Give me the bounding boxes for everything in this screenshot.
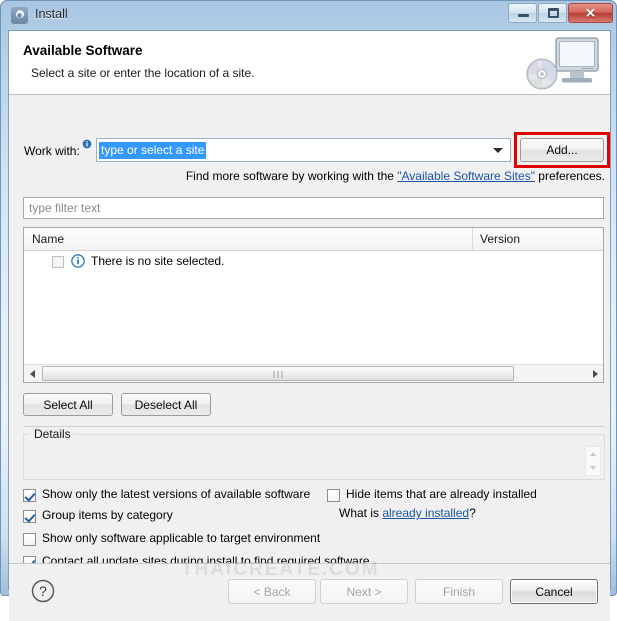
checkbox-icon[interactable] [23,489,36,502]
gear-icon [11,7,28,24]
finish-button[interactable]: Finish [415,579,503,604]
dialog-footer: ? < Back Next > Finish Cancel [9,564,610,621]
option-label: Show only the latest versions of availab… [42,487,311,501]
details-scrollbar [585,446,601,476]
software-table[interactable]: Name Version There is no site selected. [23,227,604,383]
add-button-highlight-annotation [514,132,610,168]
page-title: Available Software [23,43,143,58]
page-subtitle: Select a site or enter the location of a… [31,66,255,80]
table-row[interactable]: There is no site selected. [24,251,603,273]
minimize-button[interactable] [508,3,537,23]
monitor-with-cd-icon [520,34,602,92]
window-title: Install [35,7,68,21]
available-software-sites-link[interactable]: "Available Software Sites" [397,169,535,183]
option-label: Group items by category [42,508,173,522]
divider [23,426,605,427]
maximize-button[interactable] [538,3,567,23]
scroll-right-icon[interactable] [586,365,603,382]
what-is-suffix: ? [469,506,476,520]
cancel-button[interactable]: Cancel [510,579,598,604]
filter-input[interactable]: type filter text [23,197,604,219]
minimize-icon [518,14,529,17]
deselect-all-button[interactable]: Deselect All [121,393,211,416]
install-dialog-window: Install ✕ Available Software Select a si… [0,0,617,621]
dialog-body: Work with: type or select a site Add... [9,95,610,569]
row-checkbox [52,256,64,268]
option-label: Show only software applicable to target … [42,531,321,545]
scrollbar-grip-icon [273,371,283,378]
window-controls: ✕ [507,3,613,24]
column-divider [472,228,473,250]
scroll-up-icon [590,452,596,456]
what-is-prefix: What is [339,506,383,520]
details-panel [23,434,605,480]
work-with-label: Work with: [24,144,80,158]
work-with-combo[interactable]: type or select a site [96,138,511,162]
back-button[interactable]: < Back [228,579,316,604]
work-with-row: Work with: type or select a site Add... [9,132,610,168]
work-with-input[interactable]: type or select a site [99,142,207,159]
info-icon [82,138,92,149]
find-more-prefix: Find more software by working with the [185,169,398,183]
svg-text:?: ? [39,583,47,599]
find-more-text: Find more software by working with the "… [9,169,605,183]
close-button[interactable]: ✕ [568,3,613,23]
table-horizontal-scrollbar[interactable] [24,364,603,382]
row-name: There is no site selected. [91,254,225,268]
checkbox-icon[interactable] [23,510,36,523]
close-icon: ✕ [585,5,596,21]
scroll-left-icon[interactable] [24,365,41,382]
scrollbar-thumb[interactable] [42,366,514,381]
wizard-header: Available Software Select a site or ente… [9,31,610,95]
title-bar[interactable]: Install ✕ [1,1,617,30]
what-is-installed-text: What is already installed? [339,506,476,520]
next-button[interactable]: Next > [320,579,408,604]
find-more-suffix: preferences. [534,169,605,183]
scroll-down-icon [590,466,596,470]
select-all-button[interactable]: Select All [23,393,113,416]
filter-placeholder: type filter text [29,201,101,215]
maximize-icon [548,8,559,18]
column-header-name[interactable]: Name [32,232,64,246]
table-header: Name Version [24,228,603,251]
chevron-down-icon[interactable] [493,148,503,153]
option-label: Hide items that are already installed [346,487,537,501]
column-header-version[interactable]: Version [480,232,520,246]
checkbox-icon[interactable] [23,533,36,546]
checkbox-icon[interactable] [327,489,340,502]
already-installed-link[interactable]: already installed [382,506,469,520]
info-icon [71,254,85,268]
dialog-client-area: Available Software Select a site or ente… [8,30,611,621]
help-icon[interactable]: ? [31,579,55,603]
